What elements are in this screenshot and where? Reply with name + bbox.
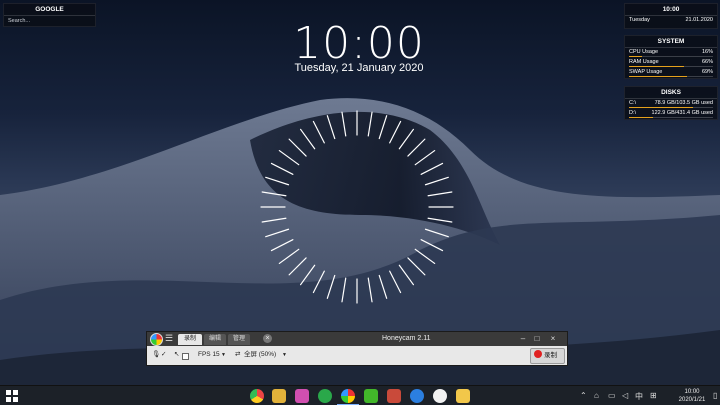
clock-widget-date: 21.01.2020 — [685, 17, 713, 23]
cpu-usage-row: CPU Usage 16% — [625, 48, 717, 56]
disk-c-bar — [629, 107, 713, 108]
honeycam-toolbar: 🎙 ✓ ↖ FPS 15 ▼ ⇄ 全屏 (50%) ▼ 录制 — [147, 346, 567, 365]
honeycam-window: ☰ 录制 编辑 管理 × Honeycam 2.11 – □ × 🎙 ✓ ↖ F… — [146, 331, 568, 366]
cpu-usage-value: 16% — [701, 49, 713, 55]
folder-icon[interactable] — [456, 389, 470, 403]
clock-widget-row: Tuesday 21.01.2020 — [625, 16, 717, 24]
swap-usage-bar — [629, 76, 713, 77]
honeycam-title: Honeycam 2.11 — [382, 335, 431, 342]
swap-usage-label: SWAP Usage — [629, 69, 663, 75]
minimize-button[interactable]: – — [517, 333, 529, 344]
cpu-usage-bar — [629, 56, 713, 57]
edge-icon[interactable] — [410, 389, 424, 403]
swap-icon[interactable]: ⇄ — [235, 349, 240, 361]
cursor-checkbox[interactable] — [182, 353, 189, 360]
honeycam-taskbar-icon[interactable] — [341, 389, 355, 403]
capture-size-dropdown[interactable]: 全屏 (50%) — [244, 349, 276, 361]
fps-dropdown[interactable]: FPS 15 — [198, 349, 220, 361]
desktop-clock-date: Tuesday, 21 January 2020 — [294, 62, 424, 74]
taskbar-clock[interactable]: 10:00 2020/1/21 — [672, 388, 712, 404]
taskbar-date: 2020/1/21 — [678, 397, 706, 403]
tray-network-icon[interactable]: ⌂ — [594, 391, 599, 400]
close-tab-icon[interactable]: × — [263, 334, 272, 343]
disk-c-value: 78.9 GB/103.5 GB used — [654, 100, 713, 106]
honeycam-menu-icon[interactable]: ☰ — [165, 332, 173, 345]
cursor-icon[interactable]: ↖ — [174, 349, 179, 361]
record-button[interactable]: 录制 — [530, 348, 565, 364]
disk-d-row: D:\ 122.9 GB/431.4 GB used — [625, 109, 717, 117]
tray-battery-icon[interactable]: ▭ — [608, 391, 616, 400]
maximize-button[interactable]: □ — [531, 333, 543, 344]
close-button[interactable]: × — [547, 333, 559, 344]
clock-widget: 10:00 Tuesday 21.01.2020 — [624, 3, 718, 29]
honeycam-titlebar[interactable]: ☰ 录制 编辑 管理 × Honeycam 2.11 – □ × — [147, 332, 567, 346]
wechat-icon[interactable] — [364, 389, 378, 403]
swap-usage-row: SWAP Usage 69% — [625, 68, 717, 76]
tab-manage[interactable]: 管理 — [228, 334, 250, 345]
tray-apps-icon[interactable]: ⊞ — [650, 391, 657, 400]
media-icon[interactable] — [318, 389, 332, 403]
tray-ime-indicator[interactable]: 中 — [635, 391, 643, 402]
ram-usage-bar — [629, 66, 713, 67]
tab-record[interactable]: 录制 — [178, 334, 202, 345]
disk-c-label: C:\ — [629, 100, 637, 106]
windows-start-icon[interactable] — [6, 390, 18, 402]
git-icon[interactable] — [295, 389, 309, 403]
microphone-icon[interactable]: 🎙 — [152, 349, 160, 361]
presentation-icon[interactable] — [387, 389, 401, 403]
google-search-input[interactable]: Search... — [4, 16, 95, 26]
system-widget: SYSTEM CPU Usage 16% RAM Usage 66% SWAP Us… — [624, 35, 718, 79]
system-widget-title: SYSTEM — [625, 36, 717, 48]
clock-widget-day: Tuesday — [629, 17, 650, 23]
swap-usage-value: 69% — [701, 69, 713, 75]
ram-usage-row: RAM Usage 66% — [625, 58, 717, 66]
disk-d-label: D:\ — [629, 110, 637, 116]
disk-c-row: C:\ 78.9 GB/103.5 GB used — [625, 99, 717, 107]
ram-usage-label: RAM Usage — [629, 59, 659, 65]
taskbar: ⌃ ⌂ ▭ ◁ 中 ⊞ 10:00 2020/1/21 ▯ — [0, 385, 720, 405]
paint-icon[interactable] — [272, 389, 286, 403]
size-chevron-down-icon[interactable]: ▼ — [282, 349, 287, 361]
disk-d-value: 122.9 GB/431.4 GB used — [651, 110, 713, 116]
clock-widget-time: 10:00 — [625, 4, 717, 16]
tab-edit[interactable]: 编辑 — [204, 334, 226, 345]
desktop-wallpaper: GOOGLE Search... 10:00 Tuesday, 21 Janua… — [0, 0, 720, 405]
tray-up-chevron-icon[interactable]: ⌃ — [580, 391, 587, 400]
notification-icon[interactable]: ▯ — [713, 391, 717, 400]
disks-widget-title: DISKS — [625, 87, 717, 99]
disk-d-bar — [629, 117, 713, 118]
google-widget-title: GOOGLE — [4, 4, 95, 16]
taskbar-time: 10:00 — [684, 389, 700, 395]
microphone-check-icon[interactable]: ✓ — [161, 349, 166, 361]
fps-chevron-down-icon[interactable]: ▼ — [221, 349, 226, 361]
tray-volume-icon[interactable]: ◁ — [622, 391, 628, 400]
network-tool-icon[interactable] — [433, 389, 447, 403]
honeycam-logo-icon[interactable] — [150, 333, 163, 346]
record-button-label: 录制 — [544, 352, 557, 359]
chrome-icon[interactable] — [250, 389, 264, 403]
ram-usage-value: 66% — [701, 59, 713, 65]
disks-widget: DISKS C:\ 78.9 GB/103.5 GB used D:\ 122.9 … — [624, 86, 718, 120]
google-widget: GOOGLE Search... — [3, 3, 96, 27]
cpu-usage-label: CPU Usage — [629, 49, 659, 55]
record-dot-icon — [534, 350, 542, 358]
